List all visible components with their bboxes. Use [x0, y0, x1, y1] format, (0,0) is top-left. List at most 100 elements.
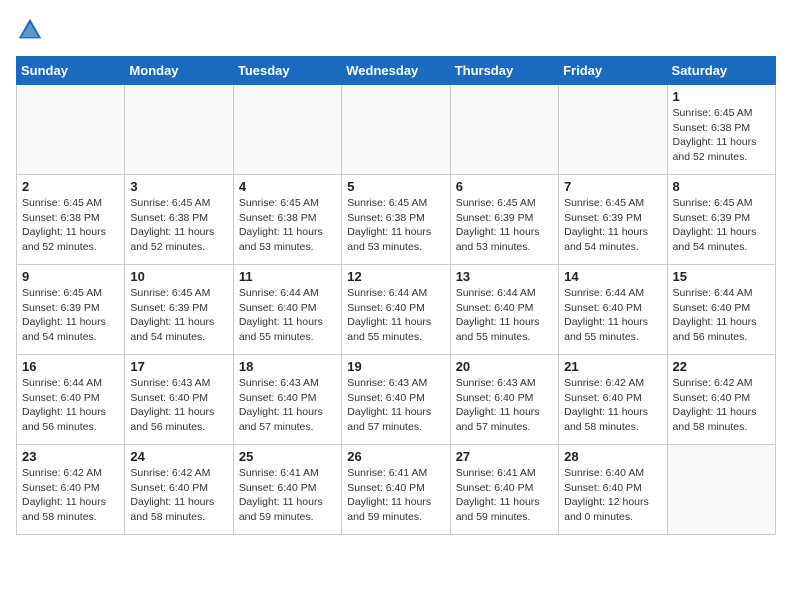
day-number: 14 — [564, 269, 661, 284]
day-number: 26 — [347, 449, 444, 464]
day-number: 24 — [130, 449, 227, 464]
day-number: 6 — [456, 179, 553, 194]
day-number: 20 — [456, 359, 553, 374]
calendar-cell: 21 Sunrise: 6:42 AM Sunset: 6:40 PM Dayli… — [559, 355, 667, 445]
day-info: Sunrise: 6:43 AM Sunset: 6:40 PM Dayligh… — [456, 376, 553, 435]
calendar-week-3: 9 Sunrise: 6:45 AM Sunset: 6:39 PM Daylig… — [17, 265, 776, 355]
calendar-cell: 25Sunrise: 6:41 AM Sunset: 6:40 PM Dayli… — [233, 445, 341, 535]
calendar-cell: 1 Sunrise: 6:45 AM Sunset: 6:38 PM Daylig… — [667, 85, 775, 175]
day-number: 1 — [673, 89, 770, 104]
day-number: 2 — [22, 179, 119, 194]
calendar-cell — [667, 445, 775, 535]
weekday-header-wednesday: Wednesday — [342, 57, 450, 85]
day-info: Sunrise: 6:44 AM Sunset: 6:40 PM Dayligh… — [22, 376, 119, 435]
calendar-cell: 12Sunrise: 6:44 AM Sunset: 6:40 PM Dayli… — [342, 265, 450, 355]
weekday-header-sunday: Sunday — [17, 57, 125, 85]
weekday-header-monday: Monday — [125, 57, 233, 85]
day-info: Sunrise: 6:44 AM Sunset: 6:40 PM Dayligh… — [456, 286, 553, 345]
day-number: 17 — [130, 359, 227, 374]
calendar-cell: 4 Sunrise: 6:45 AM Sunset: 6:38 PM Daylig… — [233, 175, 341, 265]
day-number: 19 — [347, 359, 444, 374]
calendar-cell: 2 Sunrise: 6:45 AM Sunset: 6:38 PM Daylig… — [17, 175, 125, 265]
weekday-header-friday: Friday — [559, 57, 667, 85]
calendar-cell — [450, 85, 558, 175]
day-info: Sunrise: 6:45 AM Sunset: 6:39 PM Dayligh… — [22, 286, 119, 345]
calendar-cell: 27 Sunrise: 6:41 AM Sunset: 6:40 PM Dayli… — [450, 445, 558, 535]
day-info: Sunrise: 6:41 AM Sunset: 6:40 PM Dayligh… — [347, 466, 444, 525]
calendar-cell: 6 Sunrise: 6:45 AM Sunset: 6:39 PM Daylig… — [450, 175, 558, 265]
day-info: Sunrise: 6:44 AM Sunset: 6:40 PM Dayligh… — [673, 286, 770, 345]
day-info: Sunrise: 6:45 AM Sunset: 6:38 PM Dayligh… — [22, 196, 119, 255]
calendar-cell: 20 Sunrise: 6:43 AM Sunset: 6:40 PM Dayli… — [450, 355, 558, 445]
calendar-cell: 14 Sunrise: 6:44 AM Sunset: 6:40 PM Dayli… — [559, 265, 667, 355]
calendar-cell: 19 Sunrise: 6:43 AM Sunset: 6:40 PM Dayli… — [342, 355, 450, 445]
day-info: Sunrise: 6:45 AM Sunset: 6:39 PM Dayligh… — [130, 286, 227, 345]
calendar-cell — [233, 85, 341, 175]
calendar-cell: 13 Sunrise: 6:44 AM Sunset: 6:40 PM Dayli… — [450, 265, 558, 355]
day-number: 10 — [130, 269, 227, 284]
day-number: 18 — [239, 359, 336, 374]
day-number: 4 — [239, 179, 336, 194]
calendar-cell: 15 Sunrise: 6:44 AM Sunset: 6:40 PM Dayli… — [667, 265, 775, 355]
calendar-cell: 5 Sunrise: 6:45 AM Sunset: 6:38 PM Daylig… — [342, 175, 450, 265]
weekday-header-thursday: Thursday — [450, 57, 558, 85]
day-number: 13 — [456, 269, 553, 284]
weekday-header-saturday: Saturday — [667, 57, 775, 85]
calendar-cell: 3Sunrise: 6:45 AM Sunset: 6:38 PM Daylig… — [125, 175, 233, 265]
calendar-cell: 17Sunrise: 6:43 AM Sunset: 6:40 PM Dayli… — [125, 355, 233, 445]
day-number: 27 — [456, 449, 553, 464]
day-number: 12 — [347, 269, 444, 284]
day-info: Sunrise: 6:44 AM Sunset: 6:40 PM Dayligh… — [239, 286, 336, 345]
day-info: Sunrise: 6:44 AM Sunset: 6:40 PM Dayligh… — [564, 286, 661, 345]
day-number: 9 — [22, 269, 119, 284]
calendar-header-row: SundayMondayTuesdayWednesdayThursdayFrid… — [17, 57, 776, 85]
calendar-cell: 11 Sunrise: 6:44 AM Sunset: 6:40 PM Dayli… — [233, 265, 341, 355]
logo-icon — [16, 16, 44, 44]
day-info: Sunrise: 6:45 AM Sunset: 6:38 PM Dayligh… — [673, 106, 770, 165]
calendar-cell: 28Sunrise: 6:40 AM Sunset: 6:40 PM Dayli… — [559, 445, 667, 535]
day-number: 7 — [564, 179, 661, 194]
calendar-cell: 23Sunrise: 6:42 AM Sunset: 6:40 PM Dayli… — [17, 445, 125, 535]
calendar-cell: 26 Sunrise: 6:41 AM Sunset: 6:40 PM Dayli… — [342, 445, 450, 535]
day-info: Sunrise: 6:42 AM Sunset: 6:40 PM Dayligh… — [22, 466, 119, 525]
calendar-cell — [559, 85, 667, 175]
calendar-table: SundayMondayTuesdayWednesdayThursdayFrid… — [16, 56, 776, 535]
calendar-cell — [17, 85, 125, 175]
logo — [16, 16, 48, 44]
day-number: 15 — [673, 269, 770, 284]
day-info: Sunrise: 6:40 AM Sunset: 6:40 PM Dayligh… — [564, 466, 661, 525]
day-number: 5 — [347, 179, 444, 194]
calendar-cell: 7 Sunrise: 6:45 AM Sunset: 6:39 PM Daylig… — [559, 175, 667, 265]
calendar-cell — [125, 85, 233, 175]
calendar-cell: 8 Sunrise: 6:45 AM Sunset: 6:39 PM Daylig… — [667, 175, 775, 265]
day-info: Sunrise: 6:45 AM Sunset: 6:39 PM Dayligh… — [564, 196, 661, 255]
calendar-week-2: 2 Sunrise: 6:45 AM Sunset: 6:38 PM Daylig… — [17, 175, 776, 265]
page-header — [16, 16, 776, 44]
day-number: 3 — [130, 179, 227, 194]
day-info: Sunrise: 6:42 AM Sunset: 6:40 PM Dayligh… — [564, 376, 661, 435]
calendar-cell — [342, 85, 450, 175]
day-info: Sunrise: 6:42 AM Sunset: 6:40 PM Dayligh… — [673, 376, 770, 435]
calendar-cell: 18Sunrise: 6:43 AM Sunset: 6:40 PM Dayli… — [233, 355, 341, 445]
day-number: 11 — [239, 269, 336, 284]
calendar-body: 1 Sunrise: 6:45 AM Sunset: 6:38 PM Daylig… — [17, 85, 776, 535]
day-number: 21 — [564, 359, 661, 374]
calendar-cell: 16 Sunrise: 6:44 AM Sunset: 6:40 PM Dayli… — [17, 355, 125, 445]
day-number: 16 — [22, 359, 119, 374]
calendar-cell: 24Sunrise: 6:42 AM Sunset: 6:40 PM Dayli… — [125, 445, 233, 535]
calendar-week-5: 23Sunrise: 6:42 AM Sunset: 6:40 PM Dayli… — [17, 445, 776, 535]
day-info: Sunrise: 6:45 AM Sunset: 6:39 PM Dayligh… — [673, 196, 770, 255]
day-info: Sunrise: 6:45 AM Sunset: 6:38 PM Dayligh… — [347, 196, 444, 255]
day-info: Sunrise: 6:41 AM Sunset: 6:40 PM Dayligh… — [239, 466, 336, 525]
calendar-cell: 9 Sunrise: 6:45 AM Sunset: 6:39 PM Daylig… — [17, 265, 125, 355]
day-number: 8 — [673, 179, 770, 194]
day-info: Sunrise: 6:41 AM Sunset: 6:40 PM Dayligh… — [456, 466, 553, 525]
calendar-cell: 22 Sunrise: 6:42 AM Sunset: 6:40 PM Dayli… — [667, 355, 775, 445]
day-info: Sunrise: 6:43 AM Sunset: 6:40 PM Dayligh… — [347, 376, 444, 435]
day-info: Sunrise: 6:45 AM Sunset: 6:39 PM Dayligh… — [456, 196, 553, 255]
day-info: Sunrise: 6:45 AM Sunset: 6:38 PM Dayligh… — [239, 196, 336, 255]
calendar-week-1: 1 Sunrise: 6:45 AM Sunset: 6:38 PM Daylig… — [17, 85, 776, 175]
calendar-cell: 10 Sunrise: 6:45 AM Sunset: 6:39 PM Dayli… — [125, 265, 233, 355]
weekday-header-tuesday: Tuesday — [233, 57, 341, 85]
day-number: 22 — [673, 359, 770, 374]
